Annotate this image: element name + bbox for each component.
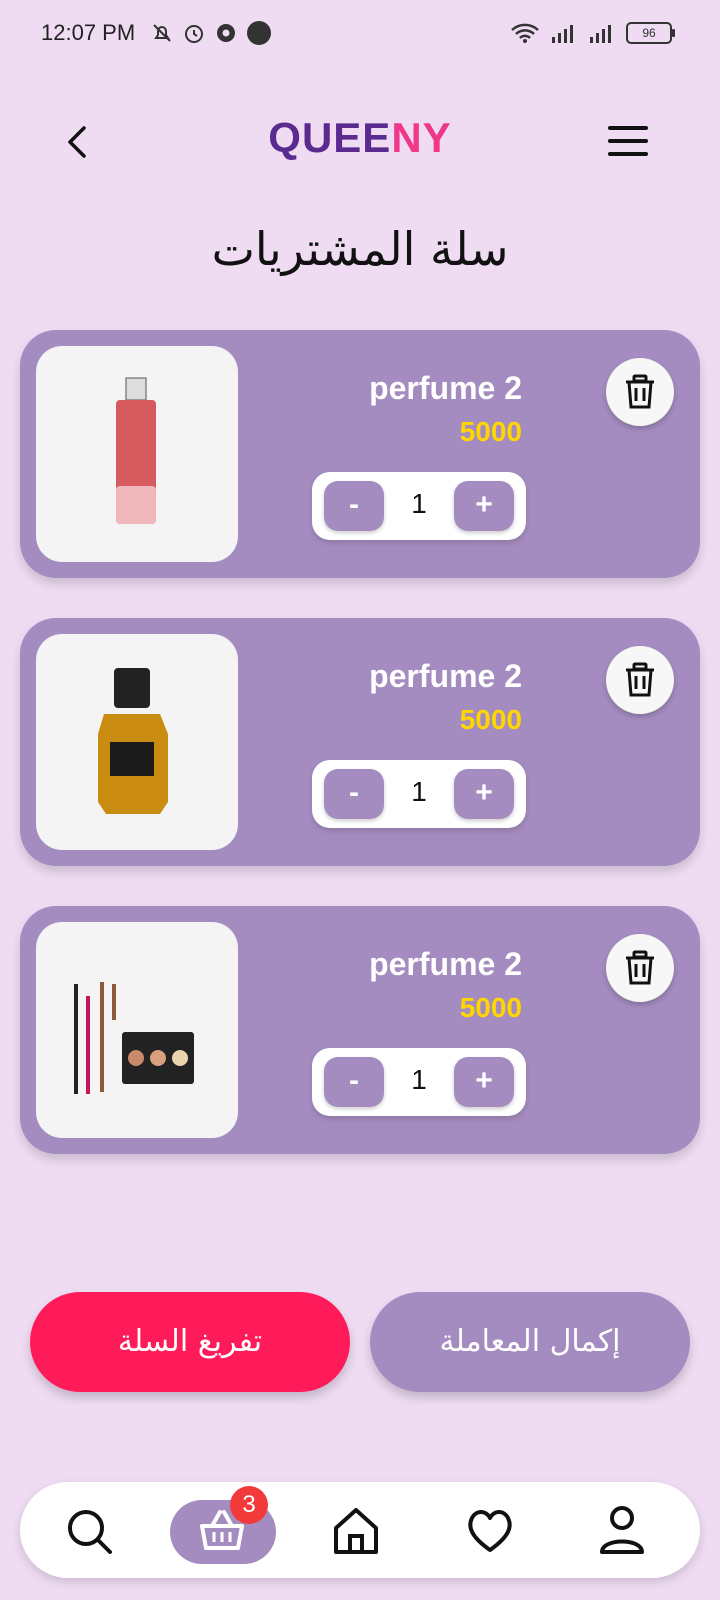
product-price: 5000 bbox=[459, 704, 522, 735]
checkout-button[interactable]: إكمال المعاملة bbox=[370, 1292, 690, 1392]
delete-item-button[interactable] bbox=[606, 358, 674, 426]
delete-item-button[interactable] bbox=[606, 934, 674, 1002]
product-image bbox=[36, 346, 238, 562]
product-image bbox=[36, 634, 238, 850]
increase-button[interactable]: + bbox=[454, 481, 514, 531]
status-left-icons bbox=[150, 20, 272, 46]
heart-icon[interactable] bbox=[460, 1502, 520, 1558]
signal-icon-2 bbox=[590, 25, 611, 43]
product-name: perfume 2 bbox=[369, 370, 522, 406]
page-title: سلة المشتريات bbox=[211, 222, 509, 276]
increase-button[interactable]: + bbox=[454, 769, 514, 819]
cart-item-card: perfume 2 5000 - 1 + bbox=[20, 618, 700, 866]
status-bar: 12:07 PM 96 bbox=[0, 0, 720, 70]
product-image bbox=[36, 922, 238, 1138]
bottom-navigation: 3 bbox=[20, 1482, 700, 1578]
product-price: 5000 bbox=[459, 992, 522, 1023]
app-365-icon bbox=[247, 21, 271, 45]
search-icon[interactable] bbox=[60, 1502, 120, 1558]
product-name: perfume 2 bbox=[369, 658, 522, 694]
signal-icon bbox=[552, 25, 573, 43]
quantity-stepper: - 1 + bbox=[312, 472, 526, 540]
profile-icon[interactable] bbox=[592, 1502, 652, 1558]
cart-count-badge: 3 bbox=[230, 1486, 268, 1524]
empty-cart-button[interactable]: تفريغ السلة bbox=[30, 1292, 350, 1392]
trash-icon bbox=[626, 950, 654, 985]
delete-item-button[interactable] bbox=[606, 646, 674, 714]
app-header: QUEENY bbox=[0, 100, 720, 180]
quantity-stepper: - 1 + bbox=[312, 760, 526, 828]
settings-icon bbox=[217, 24, 235, 42]
hamburger-menu-icon[interactable] bbox=[608, 126, 648, 160]
product-name: perfume 2 bbox=[369, 946, 522, 982]
home-icon[interactable] bbox=[326, 1502, 386, 1558]
alarm-icon bbox=[185, 25, 203, 43]
product-price: 5000 bbox=[459, 416, 522, 447]
battery-icon: 96 bbox=[626, 22, 675, 44]
cart-item-card: perfume 2 5000 - 1 + bbox=[20, 906, 700, 1154]
status-time: 12:07 PM bbox=[41, 20, 136, 45]
cart-item-card: perfume 2 5000 - 1 + bbox=[20, 330, 700, 578]
trash-icon bbox=[626, 374, 654, 409]
wifi-icon bbox=[511, 23, 539, 43]
status-right-icons: 96 bbox=[510, 22, 675, 44]
trash-icon bbox=[626, 662, 654, 697]
increase-button[interactable]: + bbox=[454, 1057, 514, 1107]
mute-icon bbox=[153, 24, 171, 42]
quantity-stepper: - 1 + bbox=[312, 1048, 526, 1116]
